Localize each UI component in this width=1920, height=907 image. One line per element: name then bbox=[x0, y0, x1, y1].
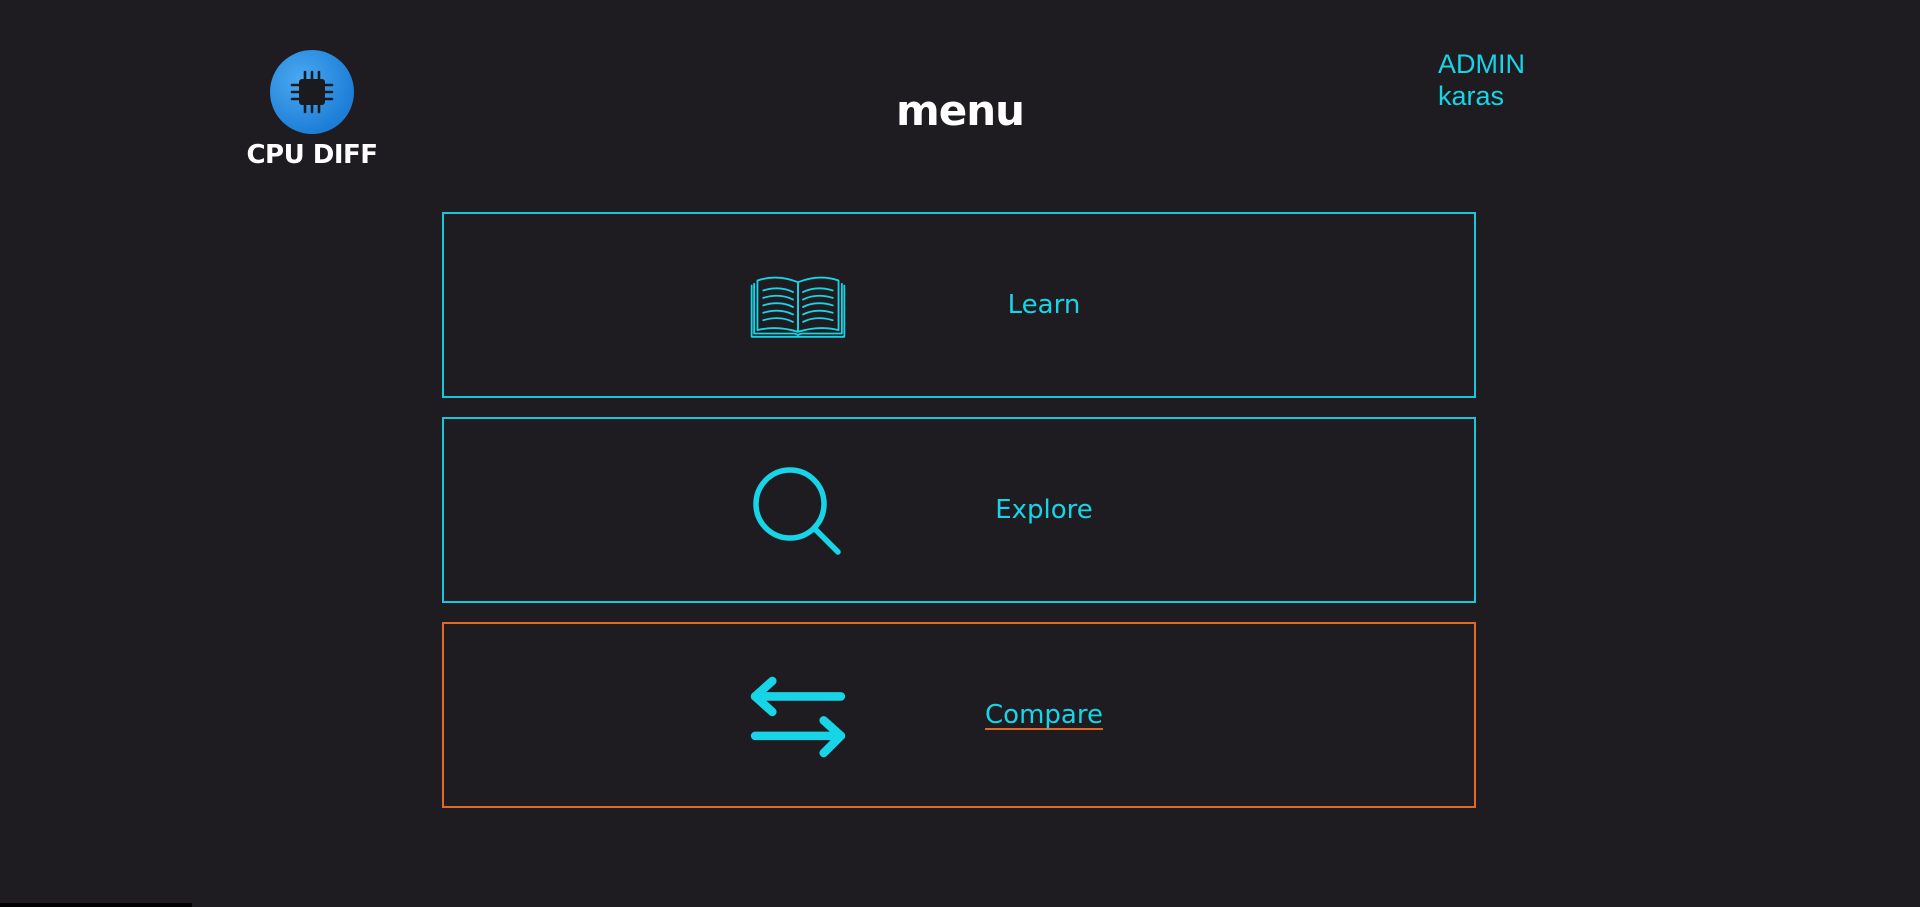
page-title: menu bbox=[895, 86, 1025, 135]
swap-arrows-icon bbox=[750, 669, 846, 765]
page: CPU DIFF menu ADMIN karas Learn Explore … bbox=[0, 0, 1920, 907]
menu-item-learn-label: Learn bbox=[1007, 290, 1081, 320]
bottom-scroll-indicator bbox=[0, 903, 192, 907]
search-icon bbox=[750, 464, 846, 560]
menu-item-label: Compare bbox=[964, 624, 1124, 806]
menu-item-label: Learn bbox=[964, 214, 1124, 396]
user-role[interactable]: ADMIN bbox=[1438, 48, 1525, 80]
open-book-icon bbox=[750, 259, 846, 355]
logo-text: CPU DIFF bbox=[246, 140, 378, 170]
menu-item-compare-label: Compare bbox=[985, 700, 1103, 730]
user-name[interactable]: karas bbox=[1438, 80, 1525, 112]
menu-item-label: Explore bbox=[964, 419, 1124, 601]
user-info: ADMIN karas bbox=[1438, 48, 1525, 112]
menu-item-compare[interactable]: Compare bbox=[442, 622, 1476, 808]
menu-item-explore[interactable]: Explore bbox=[442, 417, 1476, 603]
menu-item-learn[interactable]: Learn bbox=[442, 212, 1476, 398]
menu-item-explore-label: Explore bbox=[995, 495, 1093, 525]
